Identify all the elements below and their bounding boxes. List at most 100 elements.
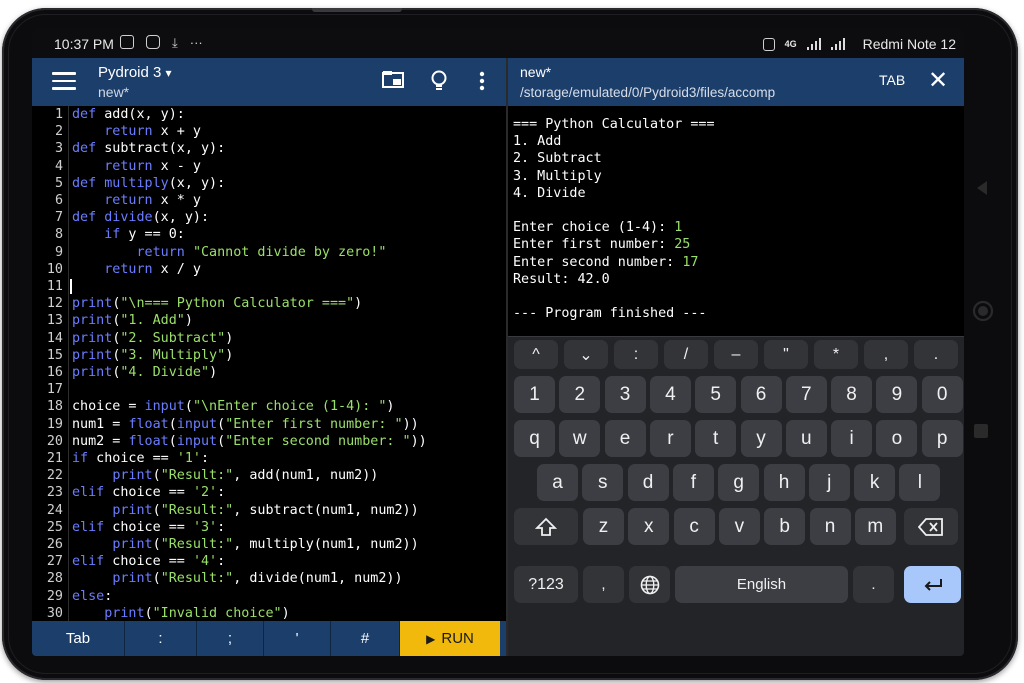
symbol-key[interactable]: : [614,340,658,369]
code-line[interactable]: 7 def divide(x, y): [32,209,506,226]
semicolon-key[interactable]: ; [197,621,264,656]
digit-key[interactable]: 0 [921,376,963,413]
code-line[interactable]: 15 print("3. Multiply") [32,347,506,364]
letter-key[interactable]: m [854,508,896,545]
digit-key[interactable]: 8 [831,376,873,413]
letter-key[interactable]: a [537,464,578,501]
code-line[interactable]: 13 print("1. Add") [32,312,506,329]
code-line[interactable]: 23 elif choice == '2': [32,484,506,501]
digit-key[interactable]: 5 [695,376,737,413]
app-title[interactable]: Pydroid 3 ▾ [98,64,172,81]
code-line[interactable]: 28 print("Result:", divide(num1, num2)) [32,570,506,587]
code-line[interactable]: 5 def multiply(x, y): [32,175,506,192]
code-line[interactable]: 4 return x - y [32,158,506,175]
backspace-key[interactable] [904,508,958,545]
code-line[interactable]: 16 print("4. Divide") [32,364,506,381]
letter-key[interactable]: k [854,464,896,501]
code-line[interactable]: 19 num1 = float(input("Enter first number… [32,416,506,433]
shift-key[interactable] [514,508,578,545]
code-line[interactable]: 8 if y == 0: [32,226,506,243]
space-key[interactable]: English [675,566,848,603]
code-line[interactable]: 25 elif choice == '3': [32,519,506,536]
letter-key[interactable]: f [672,464,714,501]
letter-key[interactable]: p [921,420,963,457]
symbol-key[interactable]: / [664,340,708,369]
letter-key[interactable]: h [763,464,805,501]
digit-key[interactable]: 6 [740,376,782,413]
digit-key[interactable]: 1 [514,376,555,413]
letter-key[interactable]: z [583,508,624,545]
code-line[interactable]: 27 elif choice == '4': [32,553,506,570]
letter-key[interactable]: i [831,420,873,457]
letter-key[interactable]: t [695,420,737,457]
folder-icon[interactable] [382,70,404,93]
lightbulb-icon[interactable] [431,70,447,97]
letter-key[interactable]: y [740,420,782,457]
back-nav-icon[interactable] [974,180,990,201]
code-line[interactable]: 9 return "Cannot divide by zero!" [32,244,506,261]
letter-key[interactable]: g [718,464,760,501]
home-nav-icon[interactable] [972,300,994,327]
code-line[interactable]: 17 [32,381,506,398]
code-line[interactable]: 26 print("Result:", multiply(num1, num2)… [32,536,506,553]
run-button[interactable]: ▶ RUN [400,621,500,656]
code-line[interactable]: 3 def subtract(x, y): [32,140,506,157]
recents-nav-icon[interactable] [974,424,988,443]
code-line[interactable]: 30 print("Invalid choice") [32,605,506,621]
tab-key[interactable]: Tab [32,621,125,656]
quote-key[interactable]: ' [264,621,331,656]
digit-key[interactable]: 3 [604,376,646,413]
code-line[interactable]: 20 num2 = float(input("Enter second numbe… [32,433,506,450]
code-line[interactable]: 29 else: [32,588,506,605]
hamburger-menu-icon[interactable] [52,72,76,90]
letter-key[interactable]: c [673,508,715,545]
symbol-key[interactable]: . [914,340,958,369]
letter-key[interactable]: x [628,508,670,545]
code-line[interactable]: 10 return x / y [32,261,506,278]
symbol-key[interactable]: , [864,340,908,369]
code-line[interactable]: 11 [32,278,506,295]
code-line[interactable]: 22 print("Result:", add(num1, num2)) [32,467,506,484]
letter-key[interactable]: v [718,508,760,545]
letter-key[interactable]: r [649,420,691,457]
colon-key[interactable]: : [125,621,197,656]
symbol-key[interactable]: ^ [514,340,558,369]
letter-key[interactable]: u [785,420,827,457]
letter-key[interactable]: s [582,464,624,501]
hash-key[interactable]: # [331,621,400,656]
digit-key[interactable]: 4 [649,376,691,413]
digit-key[interactable]: 2 [559,376,601,413]
letter-key[interactable]: j [808,464,850,501]
enter-key[interactable] [904,566,961,603]
letter-key[interactable]: q [514,420,555,457]
letter-key[interactable]: o [876,420,918,457]
terminal-output[interactable]: === Python Calculator === 1. Add 2. Subtra… [508,106,964,336]
tab-button[interactable]: TAB [879,72,905,88]
digit-key[interactable]: 9 [876,376,918,413]
code-line[interactable]: 14 print("2. Subtract") [32,330,506,347]
letter-key[interactable]: l [899,464,941,501]
code-line[interactable]: 2 return x + y [32,123,506,140]
letter-key[interactable]: e [604,420,646,457]
more-vert-icon[interactable] [479,71,485,96]
dropdown-icon[interactable]: ▾ [166,66,172,80]
symbols-toggle-key[interactable]: ?123 [514,566,578,603]
letter-key[interactable]: d [627,464,669,501]
comma-key[interactable]: , [583,566,624,603]
digit-key[interactable]: 7 [785,376,827,413]
code-line[interactable]: 24 print("Result:", subtract(num1, num2)… [32,502,506,519]
code-line[interactable]: 21 if choice == '1': [32,450,506,467]
code-line[interactable]: 6 return x * y [32,192,506,209]
code-line[interactable]: 12 print("\n=== Python Calculator ===") [32,295,506,312]
code-editor[interactable]: 1 def add(x, y): 2 return x + y 3 def subtra… [32,106,506,621]
period-key[interactable]: . [853,566,894,603]
symbol-key[interactable]: ⌄ [564,340,608,369]
symbol-key[interactable]: " [764,340,808,369]
close-icon[interactable]: ✕ [928,66,948,95]
symbol-key[interactable]: – [714,340,758,369]
letter-key[interactable]: b [764,508,806,545]
code-line[interactable]: 18 choice = input("\nEnter choice (1-4): … [32,398,506,415]
code-line[interactable]: 1 def add(x, y): [32,106,506,123]
symbol-key[interactable]: * [814,340,858,369]
letter-key[interactable]: n [809,508,851,545]
